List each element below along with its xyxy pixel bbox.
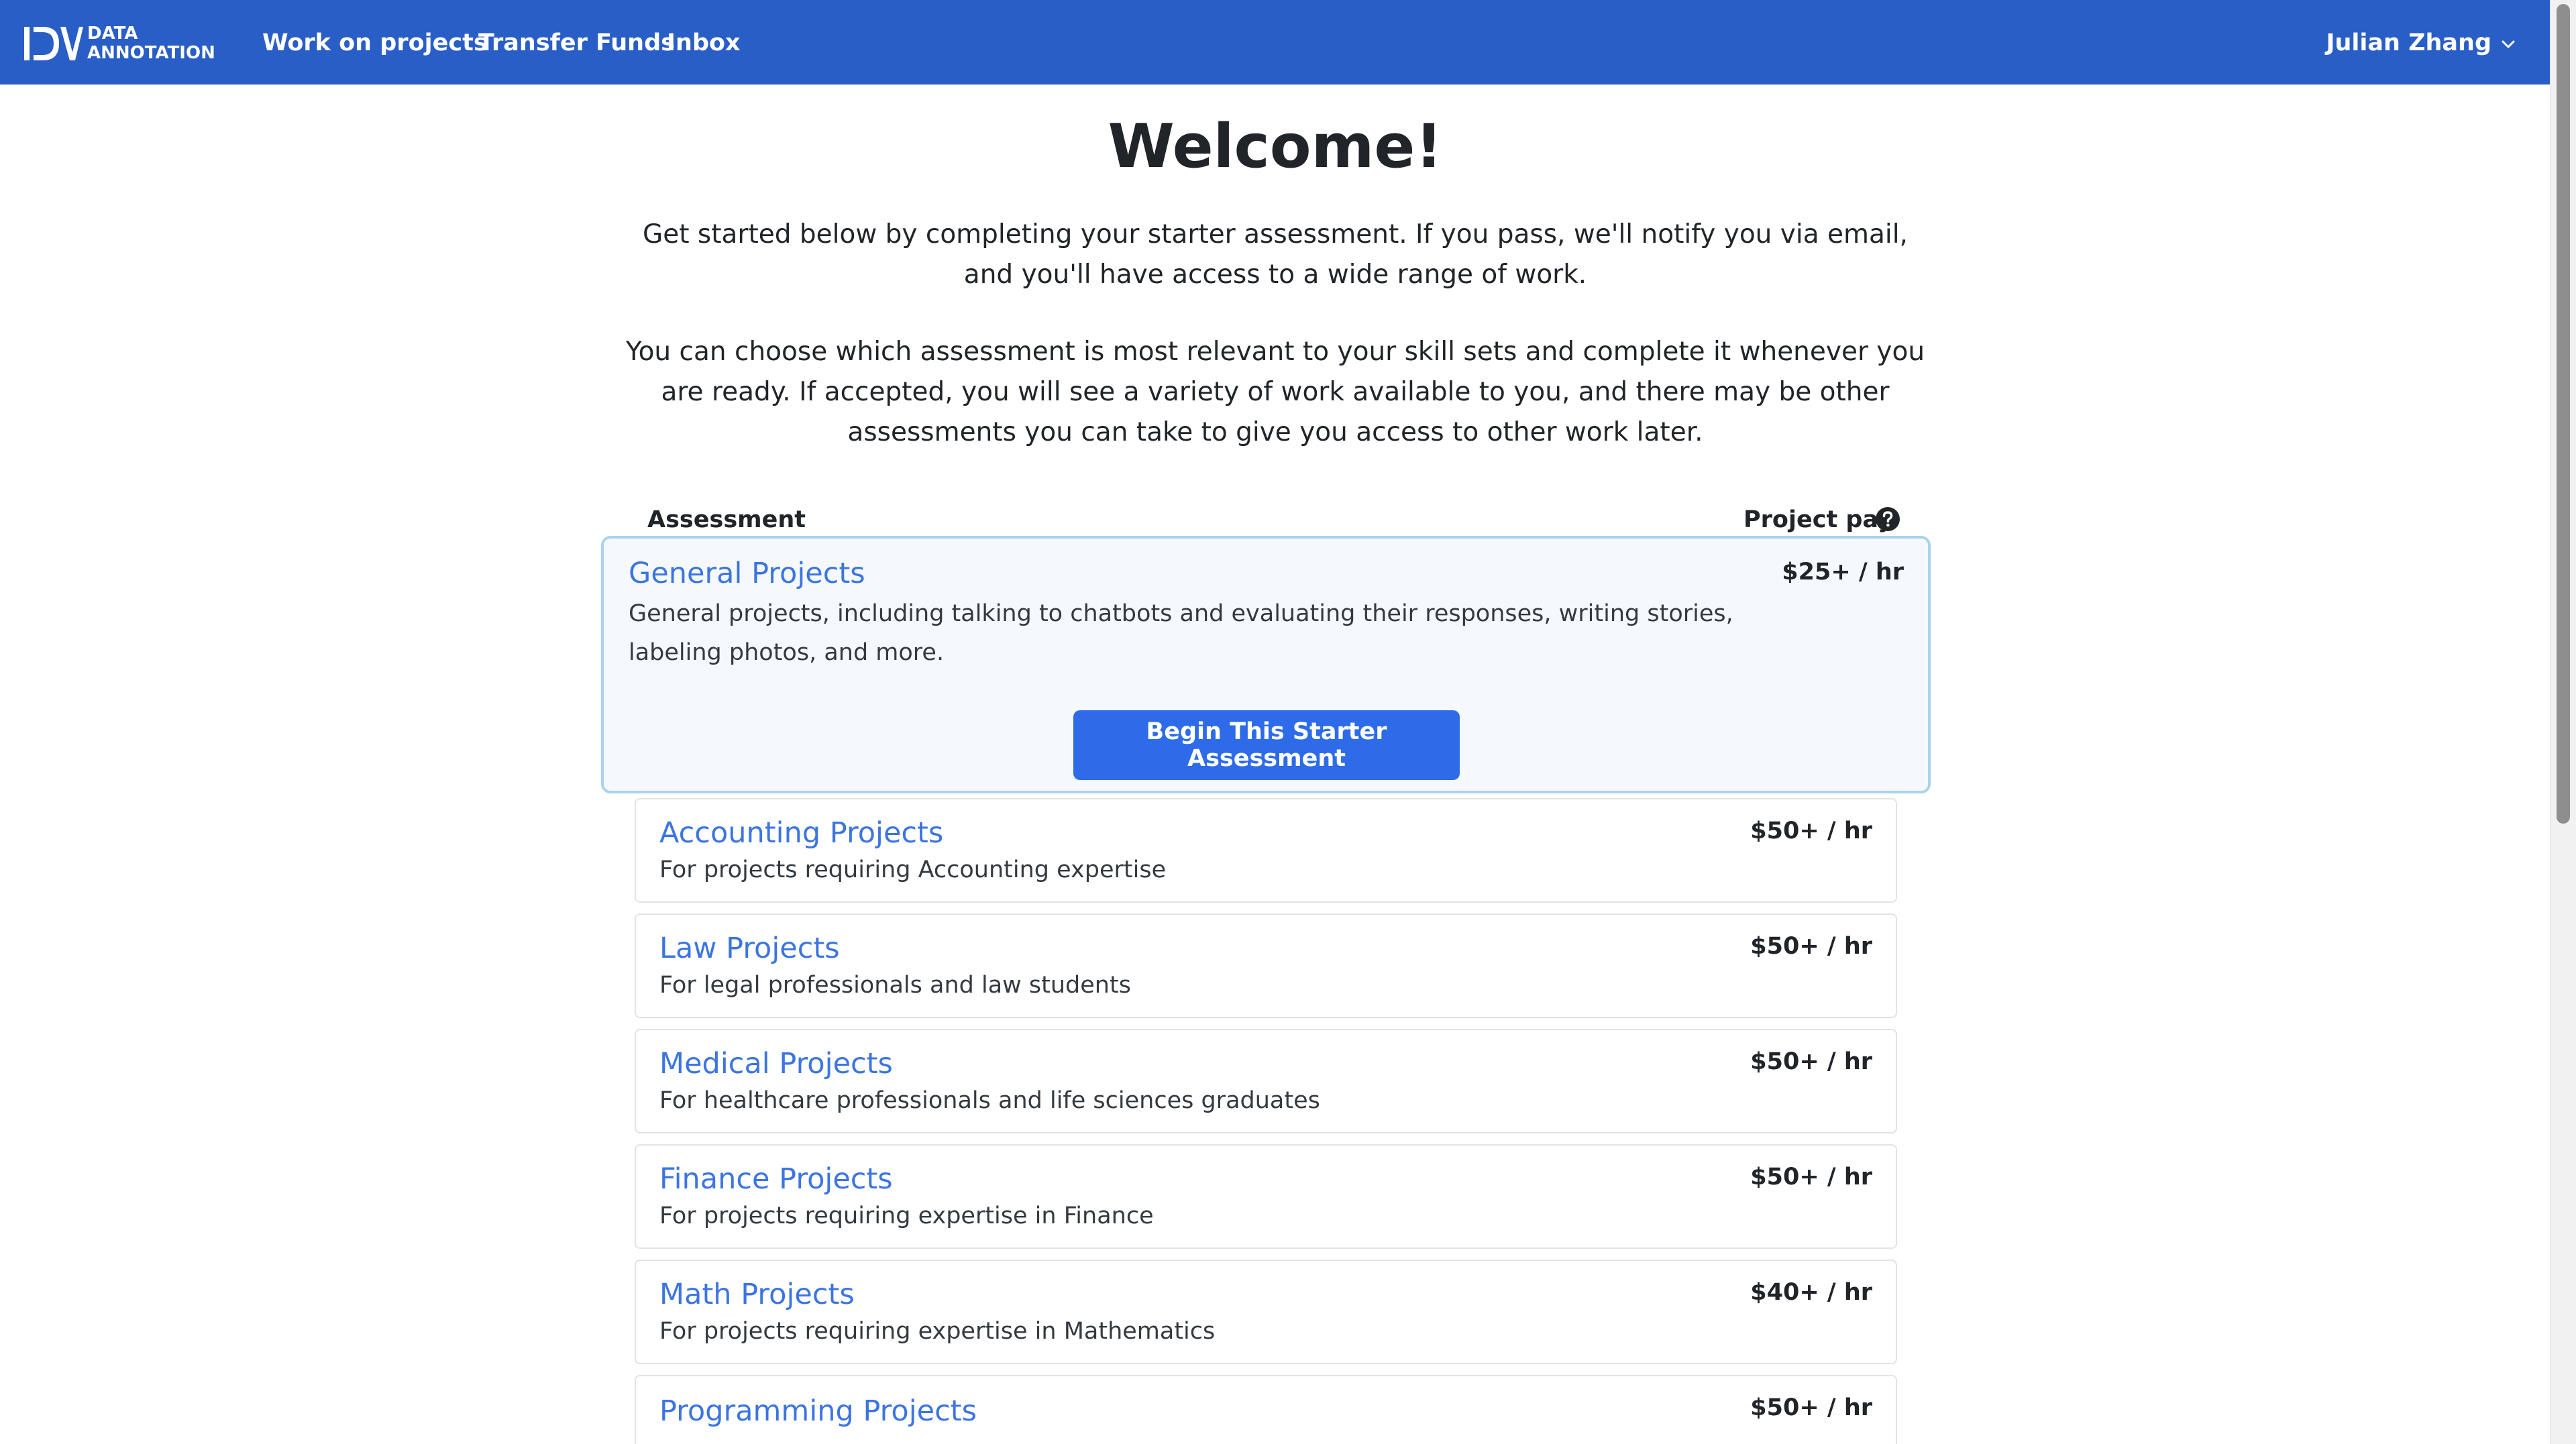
assessment-title-math[interactable]: Math Projects bbox=[659, 1276, 855, 1313]
chevron-down-icon bbox=[2502, 40, 2515, 48]
nav-inbox[interactable]: Inbox bbox=[667, 27, 741, 59]
column-header-assessment: Assessment bbox=[647, 506, 806, 533]
nav-transfer-funds[interactable]: Transfer Funds bbox=[478, 27, 675, 59]
assessment-pay-finance: $50+ / hr bbox=[1750, 1164, 1872, 1190]
assessment-pay-general: $25+ / hr bbox=[1782, 559, 1904, 586]
assessment-title-finance[interactable]: Finance Projects bbox=[659, 1160, 893, 1198]
assessment-pay-programming: $50+ / hr bbox=[1750, 1394, 1872, 1421]
brand-wordmark: DATA ANNOTATION bbox=[87, 24, 215, 63]
assessment-card-general: General Projects General projects, inclu… bbox=[601, 536, 1931, 793]
assessment-title-general[interactable]: General Projects bbox=[629, 555, 865, 592]
assessment-description-general: General projects, including talking to c… bbox=[629, 600, 1733, 666]
assessment-pay-accounting: $50+ / hr bbox=[1750, 818, 1872, 844]
assessment-title-medical[interactable]: Medical Projects bbox=[659, 1045, 893, 1082]
assessment-card-math: Math Projects For projects requiring exp… bbox=[635, 1260, 1897, 1364]
assessment-title-law[interactable]: Law Projects bbox=[659, 930, 840, 967]
assessment-card-law: Law Projects For legal professionals and… bbox=[635, 913, 1897, 1018]
page-title: Welcome! bbox=[1108, 111, 1443, 182]
assessment-card-programming: Programming Projects $50+ / hr bbox=[635, 1375, 1897, 1444]
data-annotation-logo-icon bbox=[24, 27, 83, 60]
app-root: DATA ANNOTATION Work on projects Transfe… bbox=[0, 0, 2576, 1444]
page-scrollbar[interactable] bbox=[2550, 0, 2576, 1444]
assessment-card-medical: Medical Projects For healthcare professi… bbox=[635, 1029, 1897, 1133]
assessment-pay-medical: $50+ / hr bbox=[1750, 1048, 1872, 1075]
assessment-description-law: For legal professionals and law students bbox=[659, 972, 1131, 999]
assessment-description-accounting: For projects requiring Accounting expert… bbox=[659, 856, 1167, 883]
assessment-description-math: For projects requiring expertise in Math… bbox=[659, 1318, 1216, 1345]
assessment-card-accounting: Accounting Projects For projects requiri… bbox=[635, 798, 1897, 903]
assessment-pay-math: $40+ / hr bbox=[1750, 1279, 1872, 1306]
user-menu-dropdown[interactable]: Julian Zhang bbox=[2326, 27, 2516, 59]
scrollbar-thumb[interactable] bbox=[2557, 4, 2570, 824]
column-header-project-pay: Project pay bbox=[1743, 506, 1893, 533]
top-navbar: DATA ANNOTATION Work on projects Transfe… bbox=[0, 0, 2551, 85]
assessment-title-programming[interactable]: Programming Projects bbox=[659, 1392, 977, 1430]
assessment-title-accounting[interactable]: Accounting Projects bbox=[659, 814, 943, 852]
brand-line-2: ANNOTATION bbox=[87, 43, 215, 63]
assessment-pay-law: $50+ / hr bbox=[1750, 933, 1872, 960]
assessment-card-finance: Finance Projects For projects requiring … bbox=[635, 1144, 1897, 1249]
question-circle-icon[interactable] bbox=[1875, 506, 1900, 532]
user-name: Julian Zhang bbox=[2326, 30, 2491, 56]
begin-starter-assessment-button[interactable]: Begin This Starter Assessment bbox=[1073, 710, 1460, 780]
brand-logo-link[interactable]: DATA ANNOTATION bbox=[23, 24, 215, 63]
assessment-description-medical: For healthcare professionals and life sc… bbox=[659, 1087, 1320, 1114]
intro-paragraph-2: You can choose which assessment is most … bbox=[625, 337, 1925, 447]
nav-work-on-projects[interactable]: Work on projects bbox=[262, 27, 488, 59]
brand-line-1: DATA bbox=[87, 23, 138, 44]
assessment-description-finance: For projects requiring expertise in Fina… bbox=[659, 1203, 1154, 1229]
intro-paragraph-1: Get started below by completing your sta… bbox=[643, 219, 1908, 290]
